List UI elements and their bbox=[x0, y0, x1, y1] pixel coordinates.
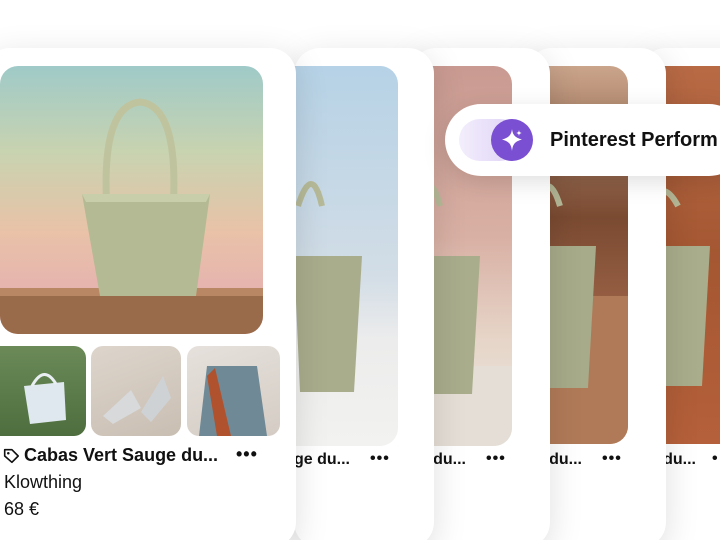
product-image[interactable] bbox=[0, 66, 263, 334]
more-options-button[interactable]: ••• bbox=[236, 444, 258, 465]
more-options-button[interactable]: ••• bbox=[602, 450, 622, 468]
product-card-2[interactable]: ge du... ••• bbox=[294, 48, 434, 540]
product-price: 68 € bbox=[4, 499, 40, 519]
performance-label: Pinterest Perform bbox=[550, 129, 718, 151]
product-title: Cabas Vert Sauge du... bbox=[24, 445, 219, 465]
tag-icon bbox=[3, 448, 20, 463]
product-image[interactable] bbox=[294, 66, 398, 446]
coat-illustration bbox=[199, 366, 267, 436]
product-card-main[interactable]: Cabas Vert Sauge du... ••• Klowthing 68 … bbox=[0, 48, 296, 540]
bag-illustration bbox=[0, 98, 263, 334]
product-carousel: ge du... • ge du... ••• ge du... ••• ge … bbox=[0, 0, 720, 540]
shoes-illustration bbox=[103, 376, 171, 424]
thumbnail-image[interactable] bbox=[0, 346, 86, 436]
product-title-row: Cabas Vert Sauge du... bbox=[2, 445, 224, 466]
more-options-button[interactable]: ••• bbox=[370, 450, 390, 468]
sparkle-icon bbox=[502, 129, 522, 151]
more-options-button[interactable]: ••• bbox=[486, 450, 506, 468]
performance-badge[interactable]: Pinterest Perform bbox=[445, 104, 720, 176]
thumbnail-image[interactable] bbox=[91, 346, 181, 436]
toggle-knob[interactable] bbox=[491, 119, 533, 161]
product-title: ge du... bbox=[294, 451, 350, 468]
merchant-name: Klowthing bbox=[4, 472, 83, 492]
more-options-button[interactable]: • bbox=[712, 450, 719, 468]
bag-thumb-illustration bbox=[24, 373, 66, 424]
bag-illustration bbox=[294, 181, 362, 392]
thumbnail-image[interactable] bbox=[187, 346, 280, 436]
